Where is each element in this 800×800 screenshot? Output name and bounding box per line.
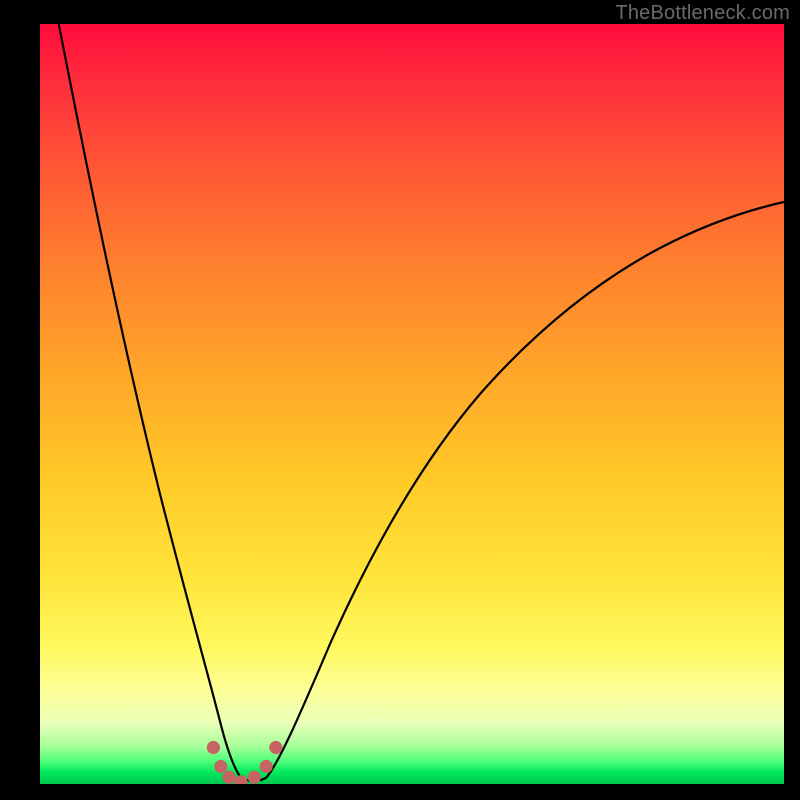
plot-area — [40, 24, 784, 784]
trough-dot — [260, 760, 273, 773]
trough-dot — [222, 771, 235, 784]
curve-right-branch — [266, 202, 784, 778]
trough-dot — [248, 771, 261, 784]
curve-left-branch — [58, 24, 241, 778]
trough-dot — [207, 741, 220, 754]
trough-dot — [234, 775, 247, 784]
chart-frame: TheBottleneck.com — [0, 0, 800, 800]
trough-dot — [214, 760, 227, 773]
trough-dot — [269, 741, 282, 754]
trough-dots — [207, 741, 283, 784]
watermark-text: TheBottleneck.com — [615, 2, 790, 25]
bottleneck-curve — [40, 24, 784, 784]
